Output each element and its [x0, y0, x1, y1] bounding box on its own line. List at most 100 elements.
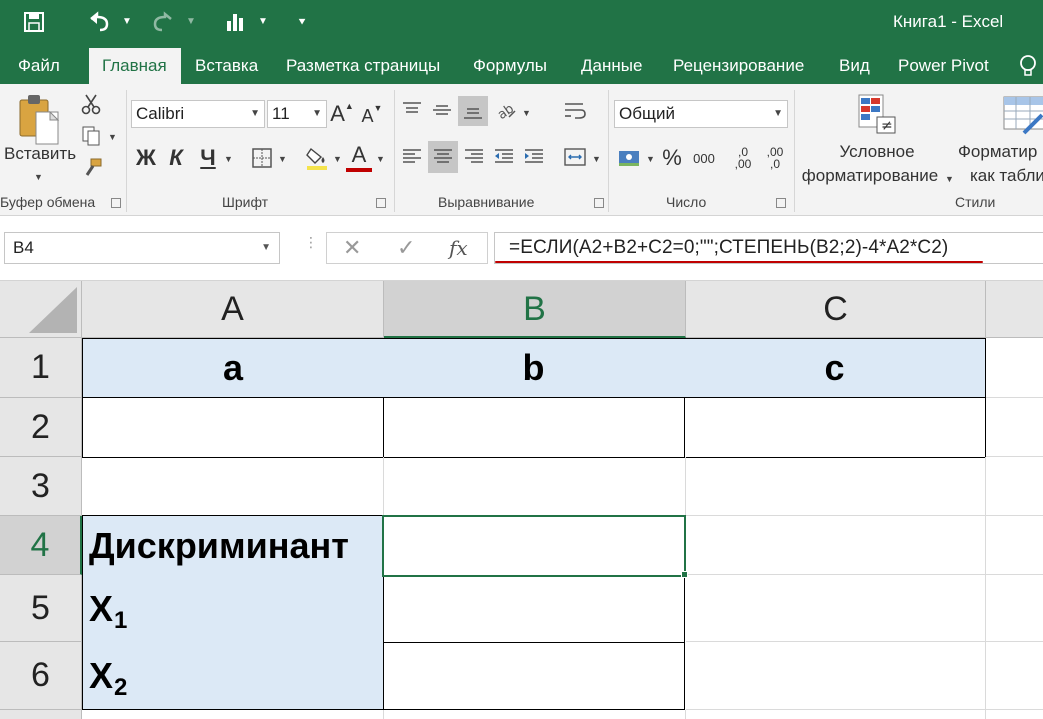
- row-header-7[interactable]: [0, 710, 82, 719]
- cell-b5[interactable]: [383, 575, 685, 643]
- cell-a3[interactable]: [82, 457, 384, 516]
- orientation-dropdown-icon[interactable]: ▼: [522, 108, 531, 118]
- chart-icon[interactable]: [222, 6, 250, 38]
- cell-c4[interactable]: [686, 516, 986, 575]
- enter-icon[interactable]: ✓: [397, 233, 415, 263]
- cell-a2[interactable]: [82, 397, 384, 458]
- borders-icon[interactable]: [250, 146, 274, 170]
- tab-insert[interactable]: Вставка: [182, 48, 271, 84]
- cut-icon[interactable]: [80, 92, 102, 116]
- font-name-combo[interactable]: Calibri ▼: [131, 100, 265, 128]
- undo-dropdown-icon[interactable]: ▼: [122, 16, 132, 27]
- orientation-icon[interactable]: ab: [494, 98, 518, 122]
- cell-c1[interactable]: c: [684, 338, 986, 398]
- accounting-dropdown-icon[interactable]: ▼: [646, 154, 655, 164]
- increase-indent-icon[interactable]: [522, 144, 546, 170]
- alignment-launcher-icon[interactable]: [594, 198, 604, 208]
- align-top-icon[interactable]: [400, 98, 424, 122]
- clipboard-launcher-icon[interactable]: [111, 198, 121, 208]
- conditional-formatting-line1[interactable]: Условное: [800, 142, 954, 162]
- insert-function-button[interactable]: fx: [449, 233, 468, 263]
- chart-dropdown-icon[interactable]: ▼: [258, 16, 268, 27]
- italic-button[interactable]: К: [164, 144, 188, 172]
- lightbulb-icon[interactable]: [1018, 54, 1038, 78]
- fill-handle[interactable]: [681, 571, 688, 578]
- cell-b7[interactable]: [384, 710, 686, 719]
- align-left-icon[interactable]: [400, 144, 424, 170]
- align-middle-icon[interactable]: [430, 98, 454, 122]
- thousands-separator-button[interactable]: 000: [690, 146, 718, 170]
- tab-view[interactable]: Вид: [826, 48, 883, 84]
- font-size-combo[interactable]: 11 ▼: [267, 100, 327, 128]
- cell-a1[interactable]: a: [82, 338, 384, 398]
- cell-d2[interactable]: [986, 398, 1043, 457]
- tab-review[interactable]: Рецензирование: [660, 48, 817, 84]
- tab-power-pivot[interactable]: Power Pivot: [885, 48, 1002, 84]
- copy-icon[interactable]: [80, 124, 102, 148]
- row-header-2[interactable]: 2: [0, 398, 82, 457]
- format-as-table-line1[interactable]: Форматир: [958, 142, 1043, 162]
- name-box[interactable]: B4 ▼: [4, 232, 280, 264]
- format-painter-icon[interactable]: [80, 156, 104, 180]
- percent-button[interactable]: %: [660, 144, 684, 172]
- underline-dropdown-icon[interactable]: ▼: [224, 154, 233, 164]
- number-launcher-icon[interactable]: [776, 198, 786, 208]
- decrease-indent-icon[interactable]: [492, 144, 516, 170]
- borders-dropdown-icon[interactable]: ▼: [278, 154, 287, 164]
- cell-d6[interactable]: [986, 642, 1043, 710]
- cell-c3[interactable]: [686, 457, 986, 516]
- tab-formulas[interactable]: Формулы: [460, 48, 560, 84]
- cell-a6[interactable]: X2: [82, 642, 384, 710]
- fill-color-icon[interactable]: [304, 144, 330, 172]
- cell-d4[interactable]: [986, 516, 1043, 575]
- row-header-1[interactable]: 1: [0, 338, 82, 398]
- wrap-text-icon[interactable]: [562, 98, 588, 124]
- column-header-b[interactable]: B: [384, 281, 686, 338]
- underline-button[interactable]: Ч: [196, 144, 220, 172]
- cell-c5[interactable]: [686, 575, 986, 642]
- paste-icon[interactable]: [14, 90, 64, 148]
- column-header-c[interactable]: C: [686, 281, 986, 338]
- merge-dropdown-icon[interactable]: ▼: [592, 154, 601, 164]
- increase-decimal-button[interactable]: ,0 ,00: [730, 144, 756, 172]
- row-header-6[interactable]: 6: [0, 642, 82, 710]
- select-all-button[interactable]: [0, 281, 82, 338]
- tab-data[interactable]: Данные: [568, 48, 655, 84]
- redo-icon[interactable]: [148, 6, 178, 38]
- font-color-button[interactable]: A: [346, 142, 372, 172]
- cell-b2[interactable]: [383, 397, 685, 458]
- cancel-icon[interactable]: ✕: [343, 233, 361, 263]
- format-as-table-line2[interactable]: как табли: [970, 166, 1043, 186]
- cell-b6[interactable]: [383, 642, 685, 710]
- align-center-icon[interactable]: [428, 141, 458, 173]
- grow-font-button[interactable]: A ▲: [330, 100, 354, 128]
- column-header-d[interactable]: [986, 281, 1043, 338]
- row-header-4[interactable]: 4: [0, 516, 82, 575]
- copy-dropdown-icon[interactable]: ▼: [108, 132, 117, 142]
- tab-file[interactable]: Файл: [5, 48, 73, 84]
- decrease-decimal-button[interactable]: ,00 ,0: [762, 144, 788, 172]
- cell-c2[interactable]: [684, 397, 986, 458]
- cell-a7[interactable]: [82, 710, 384, 719]
- shrink-font-button[interactable]: A ▼: [360, 102, 384, 130]
- font-launcher-icon[interactable]: [376, 198, 386, 208]
- resize-handle-icon[interactable]: ⋮: [304, 235, 318, 257]
- redo-dropdown-icon[interactable]: ▼: [186, 16, 196, 27]
- conditional-formatting-dropdown-icon[interactable]: ▼: [945, 174, 954, 184]
- customize-toolbar-icon[interactable]: ⯆: [294, 6, 310, 38]
- merge-center-icon[interactable]: [562, 144, 588, 170]
- font-color-dropdown-icon[interactable]: ▼: [376, 154, 385, 164]
- number-format-combo[interactable]: Общий ▼: [614, 100, 788, 128]
- cell-d5[interactable]: [986, 575, 1043, 642]
- tab-home[interactable]: Главная: [89, 48, 181, 84]
- fill-color-dropdown-icon[interactable]: ▼: [333, 154, 342, 164]
- format-as-table-icon[interactable]: [1002, 92, 1043, 138]
- save-icon[interactable]: [20, 6, 48, 38]
- conditional-formatting-line2[interactable]: форматирование: [798, 166, 942, 186]
- tab-page-layout[interactable]: Разметка страницы: [273, 48, 453, 84]
- formula-input[interactable]: =ЕСЛИ(A2+B2+C2=0;"";СТЕПЕНЬ(B2;2)-4*A2*C…: [494, 232, 1043, 264]
- cell-d1[interactable]: [986, 338, 1043, 398]
- row-header-3[interactable]: 3: [0, 457, 82, 516]
- paste-dropdown-icon[interactable]: ▼: [34, 172, 43, 182]
- conditional-formatting-icon[interactable]: ≠: [854, 90, 900, 138]
